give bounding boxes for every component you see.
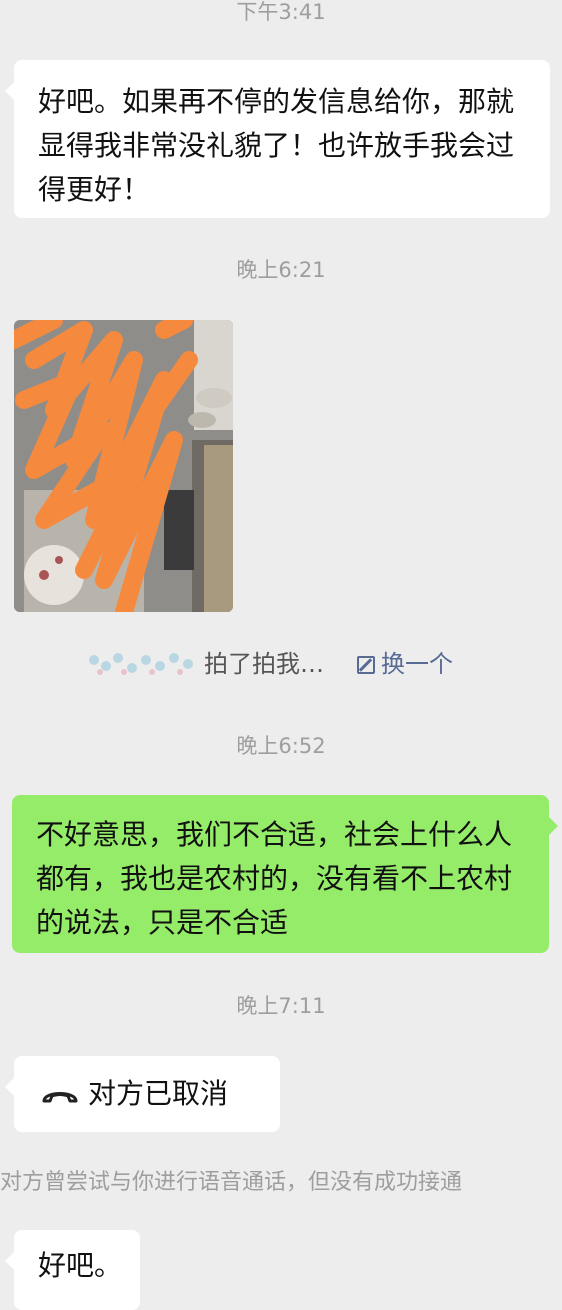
phone-hangup-icon: [42, 1092, 78, 1103]
timestamp: 晚上6:52: [236, 734, 326, 758]
incoming-message[interactable]: 好吧。: [5, 1230, 140, 1310]
message-text: 好吧。: [38, 1249, 123, 1282]
message-text: 不好意思，我们不合适，社会上什么人都有，我也是农村的，没有看不上农村的说法，只是…: [36, 818, 513, 939]
timestamp: 下午3:41: [236, 0, 326, 24]
pat-notice: 拍了拍我… 换一个: [0, 642, 562, 686]
image-message[interactable]: [14, 320, 233, 612]
timestamp: 晚上7:11: [236, 994, 326, 1018]
call-system-note: 对方曾尝试与你进行语音通话，但没有成功接通: [0, 1170, 463, 1195]
change-pat-button[interactable]: 换一个: [357, 648, 453, 680]
incoming-message[interactable]: 好吧。如果再不停的发信息给你，那就显得我非常没礼貌了！也许放手我会过得更好！: [5, 60, 550, 218]
pat-text: 拍了拍我…: [204, 650, 324, 678]
call-status: 对方已取消: [88, 1077, 229, 1110]
photo-image: [14, 320, 233, 612]
message-text: 好吧。如果再不停的发信息给你，那就显得我非常没礼貌了！也许放手我会过得更好！: [38, 85, 515, 206]
edit-icon: [357, 656, 375, 674]
blurred-name: [89, 653, 193, 675]
call-message[interactable]: 对方已取消: [5, 1056, 280, 1132]
chat-screen: { "messages": { "ts1": "下午3:41", "msg1":…: [0, 0, 562, 1310]
change-pat-label: 换一个: [381, 650, 453, 678]
timestamp: 晚上6:21: [236, 258, 326, 282]
outgoing-message[interactable]: 不好意思，我们不合适，社会上什么人都有，我也是农村的，没有看不上农村的说法，只是…: [12, 795, 558, 953]
